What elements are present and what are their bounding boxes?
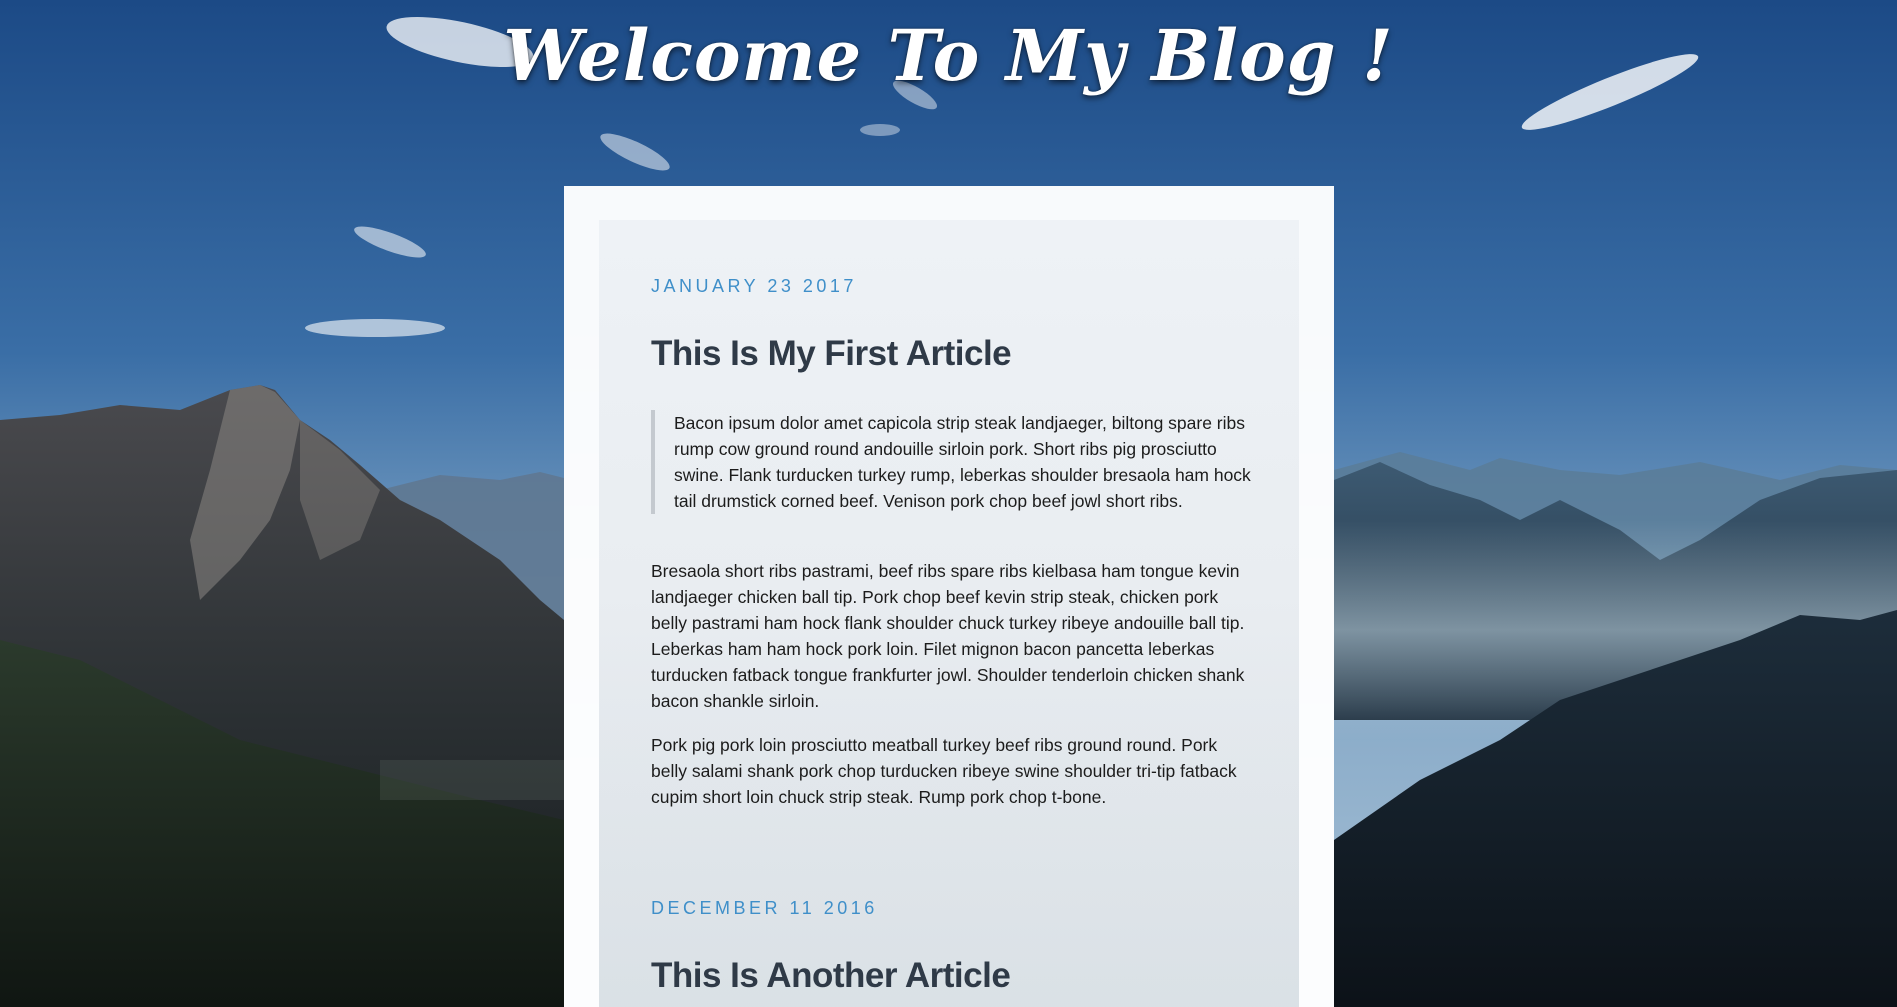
article-date: JANUARY 23 2017 xyxy=(651,276,857,296)
site-title: Welcome To My Blog ! xyxy=(503,14,1394,97)
articles-panel: JANUARY 23 2017 This Is My First Article… xyxy=(599,220,1299,1007)
article-paragraph: Pork pig pork loin prosciutto meatball t… xyxy=(651,735,1237,807)
article-paragraph: Bresaola short ribs pastrami, beef ribs … xyxy=(651,561,1245,711)
content-frame: JANUARY 23 2017 This Is My First Article… xyxy=(564,186,1334,1007)
article-title[interactable]: This Is My First Article xyxy=(651,334,1012,374)
article-title[interactable]: This Is Another Article xyxy=(651,956,1011,996)
article-date: DECEMBER 11 2016 xyxy=(651,898,878,918)
article-blockquote: Bacon ipsum dolor amet capicola strip st… xyxy=(651,410,1251,514)
